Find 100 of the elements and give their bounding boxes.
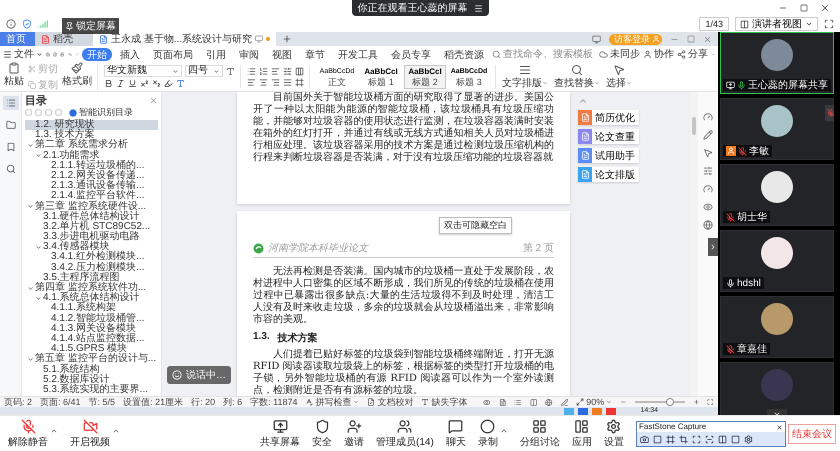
zoom-level-button[interactable]: 90%: [576, 397, 612, 407]
toc-item[interactable]: 2.1.1.转运垃圾桶的...: [25, 160, 158, 171]
toc-item[interactable]: 2.1.4.监控平台软件...: [25, 191, 158, 202]
ribbon-tab[interactable]: 视图: [266, 48, 297, 60]
status-text: 节: 5/5: [88, 396, 116, 408]
ribbon-tab[interactable]: 审阅: [234, 48, 264, 60]
taskbar-app-icon[interactable]: [564, 408, 574, 414]
pen-icon: [703, 130, 713, 140]
font-select[interactable]: 华文新魏: [104, 65, 182, 77]
meeting-control-button[interactable]: 应用: [572, 418, 592, 448]
meeting-control-button[interactable]: 安全: [312, 418, 332, 448]
ribbon-tab[interactable]: 页面布局: [148, 48, 198, 60]
ribbon-tab[interactable]: 稻壳资源: [438, 48, 489, 60]
object-capture-icon: [666, 434, 675, 444]
ribbon-tool-button[interactable]: 查找替换: [554, 64, 600, 90]
toc-item[interactable]: 4.1.2.智能垃圾桶管...: [25, 314, 158, 324]
participant-tile[interactable]: 李敏: [720, 98, 834, 160]
expand-handle[interactable]: [708, 238, 718, 256]
meeting-control-button[interactable]: 录制: [478, 418, 498, 448]
search-icon: [492, 50, 501, 58]
assistant-button[interactable]: 简历优化: [578, 110, 639, 125]
search-icon: [571, 64, 583, 76]
file-menu[interactable]: 文件: [3, 47, 43, 61]
ribbon-tab[interactable]: 章节: [300, 48, 330, 60]
meeting-control-button[interactable]: 设置: [604, 418, 624, 448]
font-size-select[interactable]: 四号: [185, 65, 223, 77]
align-center-icon: [259, 78, 268, 86]
format-painter-button[interactable]: 格式刷: [62, 62, 92, 92]
toc-item[interactable]: 3.4.2.压力检测模块...: [25, 262, 158, 273]
paste-button[interactable]: 粘贴: [4, 62, 24, 92]
proofread-button[interactable]: 文档校对: [367, 396, 414, 408]
meeting-control-button[interactable]: 管理成员(14): [376, 418, 434, 448]
assistant-button[interactable]: 试用助手: [578, 148, 639, 163]
meeting-control-button[interactable]: 解除静音: [8, 418, 48, 448]
toc-item[interactable]: 3.4.1.红外检测模块...: [25, 252, 158, 263]
document-tab[interactable]: 稻壳: [35, 32, 93, 46]
toc-item[interactable]: 第三章 监控系统硬件设...: [25, 202, 158, 212]
meeting-control-button[interactable]: 共享屏幕: [260, 418, 300, 448]
lock-screen-button[interactable]: 锁定屏幕: [62, 18, 119, 34]
style-name: 标题 1: [368, 76, 394, 86]
taskbar-app-icon[interactable]: [592, 408, 602, 414]
scissors-icon: [28, 64, 36, 72]
view-mode-button[interactable]: 演讲者视图: [735, 17, 818, 31]
toc-item[interactable]: 2.1.3.通讯设备传输...: [25, 181, 158, 192]
taskbar-app-icon[interactable]: [578, 408, 588, 414]
toc-item[interactable]: 5.1.系统结构: [25, 364, 158, 375]
taskbar-app-icon[interactable]: [606, 408, 616, 414]
toc-item[interactable]: 4.1.1.系统构架: [25, 303, 158, 314]
scrollbar-thumb[interactable]: [692, 117, 696, 135]
caret-icon: [606, 399, 612, 405]
ribbon-tab[interactable]: 开发工具: [332, 48, 383, 60]
toc-item[interactable]: 第二章 系统需求分析: [25, 140, 158, 151]
missing-font-button[interactable]: 缺失字体: [421, 396, 468, 408]
meeting-control-button[interactable]: 分组讨论: [520, 418, 560, 448]
meeting-control-button[interactable]: 开启视频: [70, 418, 110, 448]
ribbon-tab[interactable]: 会员专享: [386, 48, 436, 60]
settings-icon: [744, 434, 753, 444]
mute-button[interactable]: [825, 105, 834, 121]
participant-name: 王心蕊的屏幕共享: [748, 78, 828, 92]
ribbon-tab[interactable]: 插入: [114, 48, 145, 60]
toc-item[interactable]: 第五章 监控平台的设计与...: [25, 354, 158, 364]
spell-check-button[interactable]: 拼写检查: [305, 396, 360, 408]
participant-tile[interactable]: 胡士华: [720, 164, 834, 226]
slider-thumb[interactable]: [666, 398, 674, 406]
action-button[interactable]: 未同步: [598, 47, 640, 61]
participant-tile[interactable]: 章嘉佳: [720, 296, 834, 358]
smart-toc-button[interactable]: 智能识别目录: [69, 106, 133, 119]
ribbon-tab[interactable]: 开始: [82, 48, 112, 60]
toc-item[interactable]: 3.1.硬件总体结构设计: [25, 212, 158, 222]
avatar-placeholder: [761, 369, 793, 401]
action-button[interactable]: 分享: [676, 47, 708, 61]
chat-icon: [448, 418, 464, 434]
style-preset[interactable]: AaBbCcI 标题 2: [404, 64, 446, 88]
window-icon: [255, 35, 264, 43]
meeting-control-button[interactable]: 邀请: [344, 418, 364, 448]
ribbon-tab[interactable]: 引用: [200, 48, 231, 60]
page-counter: 1/43: [699, 17, 729, 31]
caret-icon: [172, 68, 179, 74]
font-color-icon: [176, 79, 185, 88]
participant-tile[interactable]: hdshl: [720, 230, 834, 292]
assistant-button[interactable]: 论文查重: [578, 129, 639, 144]
action-button[interactable]: 协作: [642, 47, 674, 61]
toc-item[interactable]: 5.2.数据库设计: [25, 374, 158, 385]
ribbon-tool-button[interactable]: 文字排版: [502, 64, 548, 90]
end-meeting-button[interactable]: 结束会议: [788, 424, 836, 444]
university-logo-icon: [253, 242, 264, 254]
command-search-field[interactable]: 查找命令、搜索模板: [492, 48, 593, 60]
document-tab[interactable]: 王永成 基于物...系统设计与研究: [93, 32, 276, 46]
toc-item[interactable]: 2.1.功能需求: [25, 150, 158, 161]
toc-item[interactable]: 5.3.系统实现的主要界...: [25, 384, 158, 396]
meeting-control-button[interactable]: 聊天: [446, 418, 466, 448]
apps-icon: [574, 418, 590, 434]
toc-item[interactable]: 3.5.主程序流程图: [25, 272, 158, 283]
participant-tile[interactable]: 王心蕊的屏幕共享: [720, 32, 834, 94]
ribbon-tool-button[interactable]: 选择: [606, 64, 632, 90]
underline-icon: [128, 79, 137, 88]
assistant-button[interactable]: 论文排版: [578, 167, 639, 182]
document-tab[interactable]: 首页: [0, 32, 35, 46]
toc-item[interactable]: 4.1.3.网关设备模块: [25, 324, 158, 334]
participant-tile[interactable]: [720, 362, 834, 415]
